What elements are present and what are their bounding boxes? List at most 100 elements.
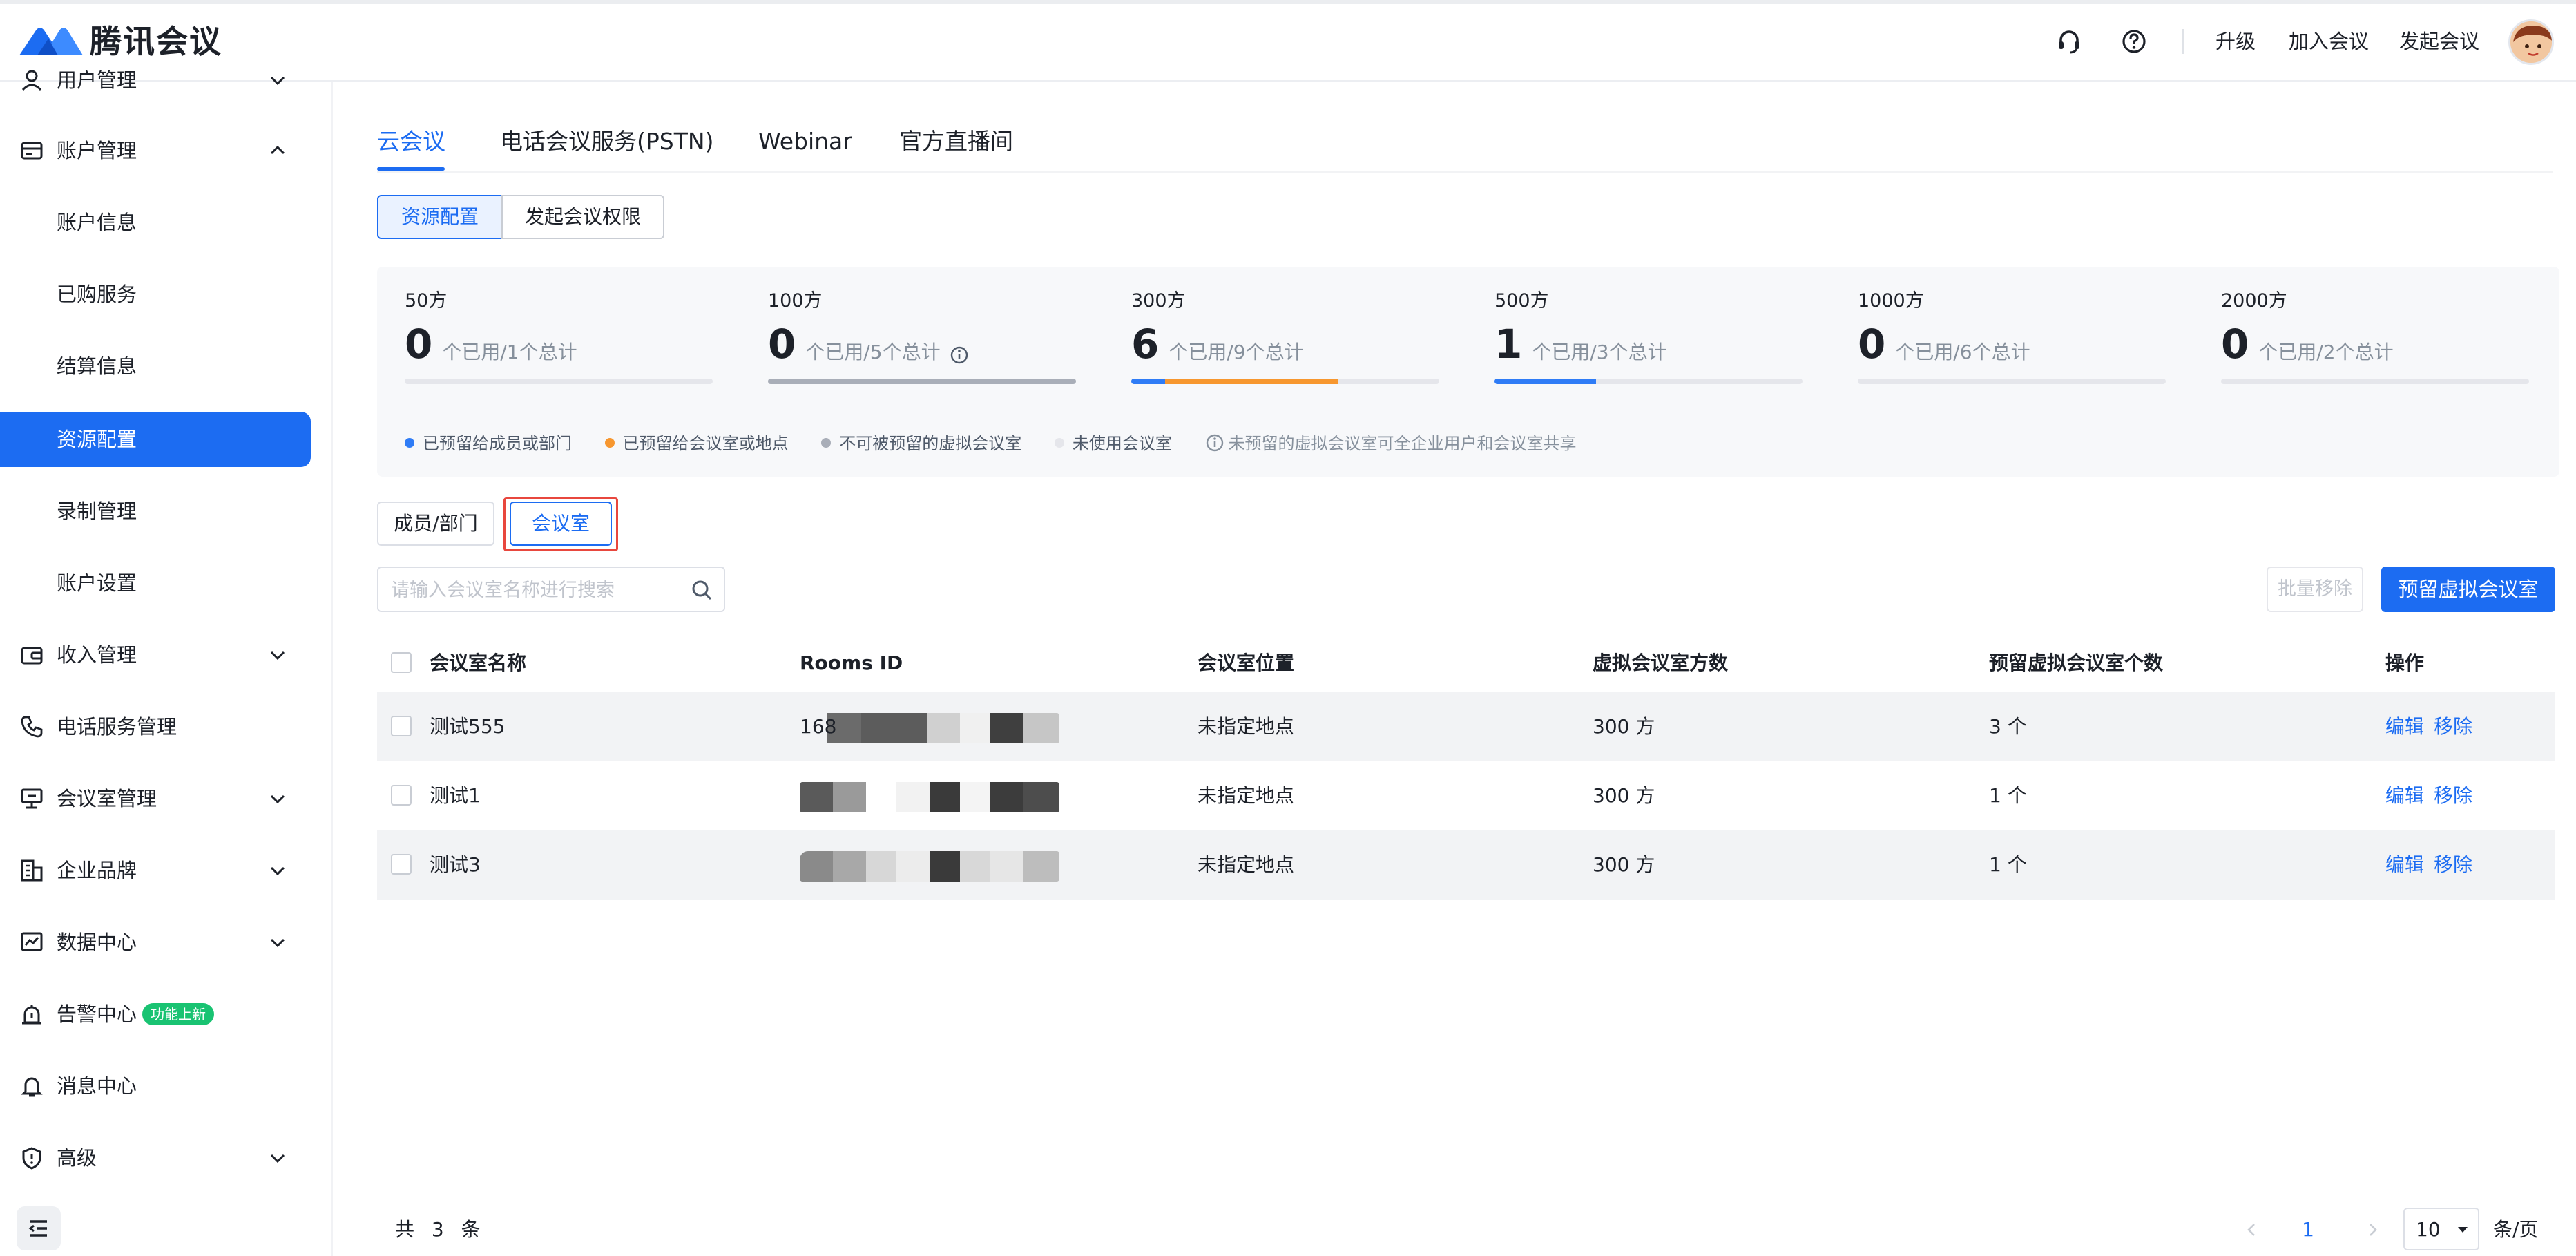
sidebar-item-label: 告警中心: [57, 1002, 137, 1026]
tab-live-room[interactable]: 官方直播间: [899, 124, 1013, 159]
select-all-checkbox[interactable]: [391, 652, 412, 673]
sidebar-item-brand[interactable]: 企业品牌: [0, 843, 333, 898]
remove-link[interactable]: 移除: [2434, 712, 2472, 742]
page-size-select[interactable]: 10: [2403, 1208, 2479, 1250]
upgrade-link[interactable]: 升级: [2215, 26, 2256, 57]
sidebar-item-users[interactable]: 用户管理: [0, 53, 333, 108]
stat-caption: 300方: [1131, 290, 1186, 312]
usage-segment-room: [1165, 379, 1338, 384]
chevron-down-icon[interactable]: [267, 859, 289, 882]
phone-icon: [21, 716, 43, 738]
sidebar-item-account-info[interactable]: 账户信息: [0, 195, 311, 250]
edit-link[interactable]: 编辑: [2385, 781, 2424, 811]
resource-stats-card: 50方 0 个已用/1个总计 100方 0 个已用/5个总计 300方 6 个已用/9…: [377, 267, 2559, 477]
sidebar-item-label: 已购服务: [57, 283, 137, 306]
subtab-members-departments[interactable]: 成员/部门: [377, 502, 494, 546]
stat-desc: 个已用/3个总计: [1532, 341, 1667, 363]
wallet-icon: [21, 647, 43, 665]
main-content: 云会议 电话会议服务(PSTN) Webinar 官方直播间 资源配置 发起会议…: [333, 82, 2576, 1256]
chevron-up-icon[interactable]: [267, 140, 289, 162]
column-header-capacity: 虚拟会议室方数: [1593, 651, 1729, 674]
chevron-down-icon[interactable]: [267, 931, 289, 953]
chart-line-icon: [21, 932, 43, 951]
rooms-id-redacted: [800, 851, 1059, 882]
room-capacity: 300 方: [1593, 853, 1655, 876]
room-capacity: 300 方: [1593, 784, 1655, 807]
page-size-unit: 条/页: [2493, 1218, 2539, 1241]
segment-resource-config[interactable]: 资源配置: [377, 195, 503, 239]
column-header-reserved-count: 预留虚拟会议室个数: [1989, 651, 2164, 674]
room-search-box[interactable]: [377, 567, 725, 612]
sidebar-item-alarm-center[interactable]: 告警中心 功能上新: [0, 987, 333, 1042]
remove-link[interactable]: 移除: [2434, 850, 2472, 880]
room-location: 未指定地点: [1198, 784, 1295, 807]
sidebar-item-resource-config[interactable]: 资源配置: [0, 412, 311, 467]
sidebar-item-data-center[interactable]: 数据中心: [0, 915, 333, 970]
join-meeting-link[interactable]: 加入会议: [2289, 26, 2369, 57]
stat-value: 0: [1858, 321, 1886, 368]
sidebar-item-phone-service[interactable]: 电话服务管理: [0, 699, 333, 754]
stat-caption: 100方: [768, 290, 823, 312]
sidebar-item-account[interactable]: 账户管理: [0, 123, 333, 178]
stat-value: 0: [2221, 321, 2249, 368]
chevron-down-icon[interactable]: [267, 1147, 289, 1169]
shield-icon: [22, 1147, 41, 1170]
row-checkbox[interactable]: [391, 785, 412, 806]
legend-note: 未预留的虚拟会议室可全企业用户和会议室共享: [1205, 430, 1577, 457]
chevron-down-icon[interactable]: [267, 69, 289, 91]
legend-dot: [1054, 438, 1064, 448]
sidebar-item-message-center[interactable]: 消息中心: [0, 1058, 333, 1114]
sidebar-item-recording[interactable]: 录制管理: [0, 484, 311, 539]
edit-link[interactable]: 编辑: [2385, 850, 2424, 880]
prev-page-icon[interactable]: [2242, 1220, 2261, 1239]
start-meeting-link[interactable]: 发起会议: [2399, 26, 2479, 57]
search-input[interactable]: [391, 573, 674, 607]
page-number-current[interactable]: 1: [2294, 1215, 2322, 1245]
sidebar-item-label: 用户管理: [57, 68, 137, 92]
sidebar-item-advanced[interactable]: 高级: [0, 1130, 333, 1186]
info-icon[interactable]: [950, 345, 969, 365]
users-icon: [21, 70, 42, 91]
sidebar-item-billing-info[interactable]: 结算信息: [0, 339, 311, 394]
batch-remove-button[interactable]: 批量移除: [2267, 567, 2363, 612]
chevron-down-icon[interactable]: [267, 644, 289, 666]
sidebar-item-label: 收入管理: [57, 643, 137, 667]
row-checkbox[interactable]: [391, 716, 412, 736]
caret-down-icon: [2458, 1227, 2468, 1233]
legend-item: 不可被预留的虚拟会议室: [821, 430, 1021, 457]
row-checkbox[interactable]: [391, 854, 412, 875]
sidebar-item-account-settings[interactable]: 账户设置: [0, 555, 311, 611]
headset-support-icon[interactable]: [2055, 28, 2083, 55]
account-card-icon: [21, 142, 43, 160]
rooms-id-redacted: [800, 713, 1059, 743]
stat-desc: 个已用/2个总计: [2258, 341, 2394, 363]
avatar[interactable]: [2508, 19, 2554, 65]
collapse-sidebar-button[interactable]: [17, 1206, 61, 1250]
rooms-id-prefix: 168: [800, 715, 837, 738]
highlight-box: [503, 497, 618, 551]
remove-link[interactable]: 移除: [2434, 781, 2472, 811]
tab-webinar[interactable]: Webinar: [758, 124, 852, 159]
tab-cloud-meeting[interactable]: 云会议: [377, 124, 445, 159]
edit-link[interactable]: 编辑: [2385, 712, 2424, 742]
column-header-room-name: 会议室名称: [430, 651, 527, 674]
alarm-icon: [22, 1005, 41, 1025]
building-icon: [21, 859, 43, 882]
next-page-icon[interactable]: [2363, 1220, 2383, 1239]
search-icon[interactable]: [689, 578, 714, 602]
segment-meeting-permission[interactable]: 发起会议权限: [501, 195, 664, 239]
chevron-down-icon[interactable]: [267, 788, 289, 810]
sidebar-item-meeting-rooms[interactable]: 会议室管理: [0, 771, 333, 826]
sidebar-item-label: 高级: [57, 1146, 97, 1170]
stat-desc: 个已用/6个总计: [1895, 341, 2030, 363]
reserved-count: 1 个: [1989, 784, 2027, 807]
tab-pstn[interactable]: 电话会议服务(PSTN): [500, 124, 713, 159]
page-size-value: 10: [2416, 1218, 2441, 1241]
help-icon[interactable]: [2120, 28, 2148, 55]
stat-desc: 个已用/1个总计: [442, 341, 577, 363]
sidebar-item-purchased-services[interactable]: 已购服务: [0, 267, 311, 322]
reserve-virtual-room-button[interactable]: 预留虚拟会议室: [2381, 567, 2555, 612]
stat-value: 6: [1131, 321, 1160, 368]
sidebar-item-income[interactable]: 收入管理: [0, 627, 333, 683]
stat-caption: 500方: [1494, 290, 1549, 312]
